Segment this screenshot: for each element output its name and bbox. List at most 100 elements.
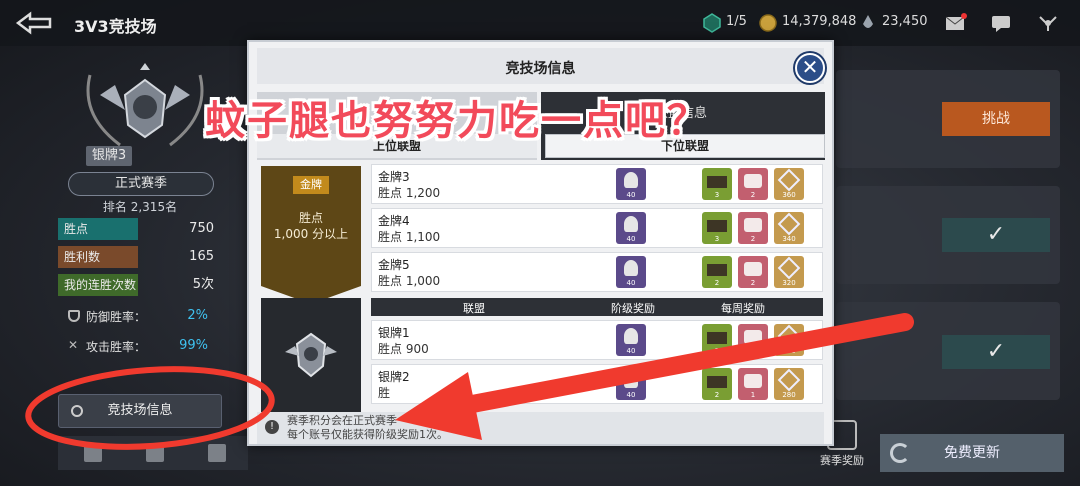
stat-row-points: 胜点 750: [58, 218, 224, 240]
footer-line1: 赛季积分会在正式赛季: [287, 414, 397, 427]
gold-badge: 金牌: [293, 176, 329, 194]
tier-row: 银牌1 胜点 900 40 2 2 300: [371, 320, 823, 360]
tier-points: 胜点 1,200: [378, 186, 441, 200]
weekly-reward-item[interactable]: 360: [774, 168, 804, 200]
season-pill: 正式赛季: [68, 172, 214, 196]
item-count: 2: [714, 347, 720, 355]
back-button[interactable]: [14, 10, 54, 36]
crystal-icon: [624, 216, 638, 232]
crystal-amount: 23,450: [882, 14, 928, 29]
check-button[interactable]: ✓: [942, 218, 1050, 252]
weekly-reward-item[interactable]: 2: [738, 256, 768, 288]
book-icon[interactable]: [84, 444, 102, 462]
modal-title: 竞技场信息: [505, 61, 576, 77]
tier-row: 银牌2 胜 40 2 1 280: [371, 364, 823, 404]
weekly-reward-item[interactable]: 3: [702, 212, 732, 244]
crystal-icon: [858, 13, 878, 33]
challenge-button[interactable]: 挑战: [942, 102, 1050, 136]
crystal-icon: [624, 372, 638, 388]
free-refresh-label: 免费更新: [944, 445, 1000, 461]
sock-icon: [744, 374, 762, 388]
info-icon: !: [265, 420, 279, 434]
footer-line2: 每个账号仅能获得阶级奖励1次。: [287, 428, 448, 441]
crest-icon: [777, 212, 801, 236]
free-refresh-button[interactable]: 免费更新: [880, 434, 1064, 472]
item-count: 40: [626, 279, 636, 287]
crest-icon: [777, 168, 801, 192]
bottom-icon-bar: [58, 436, 248, 470]
tier-reward-item[interactable]: 40: [616, 256, 646, 288]
defense-rate-value: 2%: [187, 308, 208, 323]
weekly-reward-item[interactable]: 2: [738, 168, 768, 200]
tier-points: 胜点 900: [378, 342, 429, 356]
crest-icon: [777, 324, 801, 348]
chest-icon: [707, 264, 727, 276]
mail-icon[interactable]: [944, 13, 968, 33]
defense-rate-row: 防御胜率： 2%: [68, 308, 218, 328]
col-tier-reward: 阶级奖励: [611, 302, 655, 315]
sock-icon: [744, 218, 762, 232]
tier-points: 胜点 1,100: [378, 230, 441, 244]
weekly-reward-item[interactable]: 2: [702, 256, 732, 288]
silver-tier-banner: [261, 298, 361, 416]
weekly-reward-item[interactable]: 320: [774, 256, 804, 288]
item-count: 40: [626, 235, 636, 243]
footer-note: ! 赛季积分会在正式赛季 每个账号仅能获得阶级奖励1次。: [257, 412, 824, 444]
crystal-icon: [624, 172, 638, 188]
guild-icon[interactable]: [1036, 13, 1060, 33]
weekly-reward-item[interactable]: 300: [774, 324, 804, 356]
chest-icon: [707, 332, 727, 344]
attack-rate-label: 攻击胜率：: [86, 340, 147, 354]
column-header: 联盟 阶级奖励 每周奖励: [371, 298, 823, 316]
tier-row: 金牌3 胜点 1,200 40 3 2 360: [371, 164, 823, 204]
weekly-reward-item[interactable]: 1: [738, 368, 768, 400]
gold-amount: 14,379,848: [782, 14, 857, 29]
silver-emblem-icon: [285, 332, 337, 378]
col-weekly-reward: 每周奖励: [721, 302, 765, 315]
stat-label: 我的连胜次数: [58, 274, 138, 296]
weekly-reward-item[interactable]: 2: [738, 324, 768, 356]
tier-reward-item[interactable]: 40: [616, 168, 646, 200]
tier-points: 胜: [378, 386, 391, 400]
item-count: 3: [714, 191, 720, 199]
chat-icon[interactable]: [990, 13, 1014, 33]
tier-reward-item[interactable]: 40: [616, 368, 646, 400]
attack-rate-value: 99%: [179, 338, 208, 353]
laurel-icon[interactable]: [208, 444, 226, 462]
weekly-reward-item[interactable]: 280: [774, 368, 804, 400]
tier-reward-item[interactable]: 40: [616, 212, 646, 244]
item-count: 2: [714, 391, 720, 399]
sock-icon: [744, 174, 762, 188]
arena-info-button[interactable]: 竞技场信息: [58, 394, 222, 428]
weekly-reward-item[interactable]: 340: [774, 212, 804, 244]
tier-row: 金牌4 胜点 1,100 40 3 2 340: [371, 208, 823, 248]
stat-value: 165: [189, 249, 214, 264]
attack-rate-row: ✕ 攻击胜率： 99%: [68, 338, 218, 358]
tier-name: 金牌3: [378, 170, 410, 184]
weekly-reward-item[interactable]: 2: [702, 324, 732, 356]
crest-icon: [777, 368, 801, 392]
weekly-reward-item[interactable]: 2: [738, 212, 768, 244]
gold-points-requirement: 胜点 1,000 分以上: [261, 210, 361, 242]
check-button[interactable]: ✓: [942, 335, 1050, 369]
checkmark-icon: ✓: [986, 339, 1006, 364]
item-count: 2: [750, 347, 756, 355]
chest-icon: [707, 176, 727, 188]
stat-value: 750: [189, 221, 214, 236]
weekly-reward-item[interactable]: 3: [702, 168, 732, 200]
edit-icon[interactable]: [146, 444, 164, 462]
gold-coin-icon: [758, 13, 778, 33]
crossed-swords-icon: ✕: [68, 338, 79, 352]
item-count: 300: [782, 347, 796, 355]
season-reward-label: 赛季奖励: [820, 454, 864, 467]
tier-reward-item[interactable]: 40: [616, 324, 646, 356]
ticket-icon: [702, 13, 722, 33]
tier-name: 金牌4: [378, 214, 410, 228]
stat-label: 胜点: [58, 218, 138, 240]
stat-label: 胜利数: [58, 246, 138, 268]
chest-icon: [707, 376, 727, 388]
close-button[interactable]: ✕: [795, 53, 825, 83]
checkmark-icon: ✓: [986, 222, 1006, 247]
weekly-reward-item[interactable]: 2: [702, 368, 732, 400]
page-title: 3V3竞技场: [74, 17, 157, 36]
